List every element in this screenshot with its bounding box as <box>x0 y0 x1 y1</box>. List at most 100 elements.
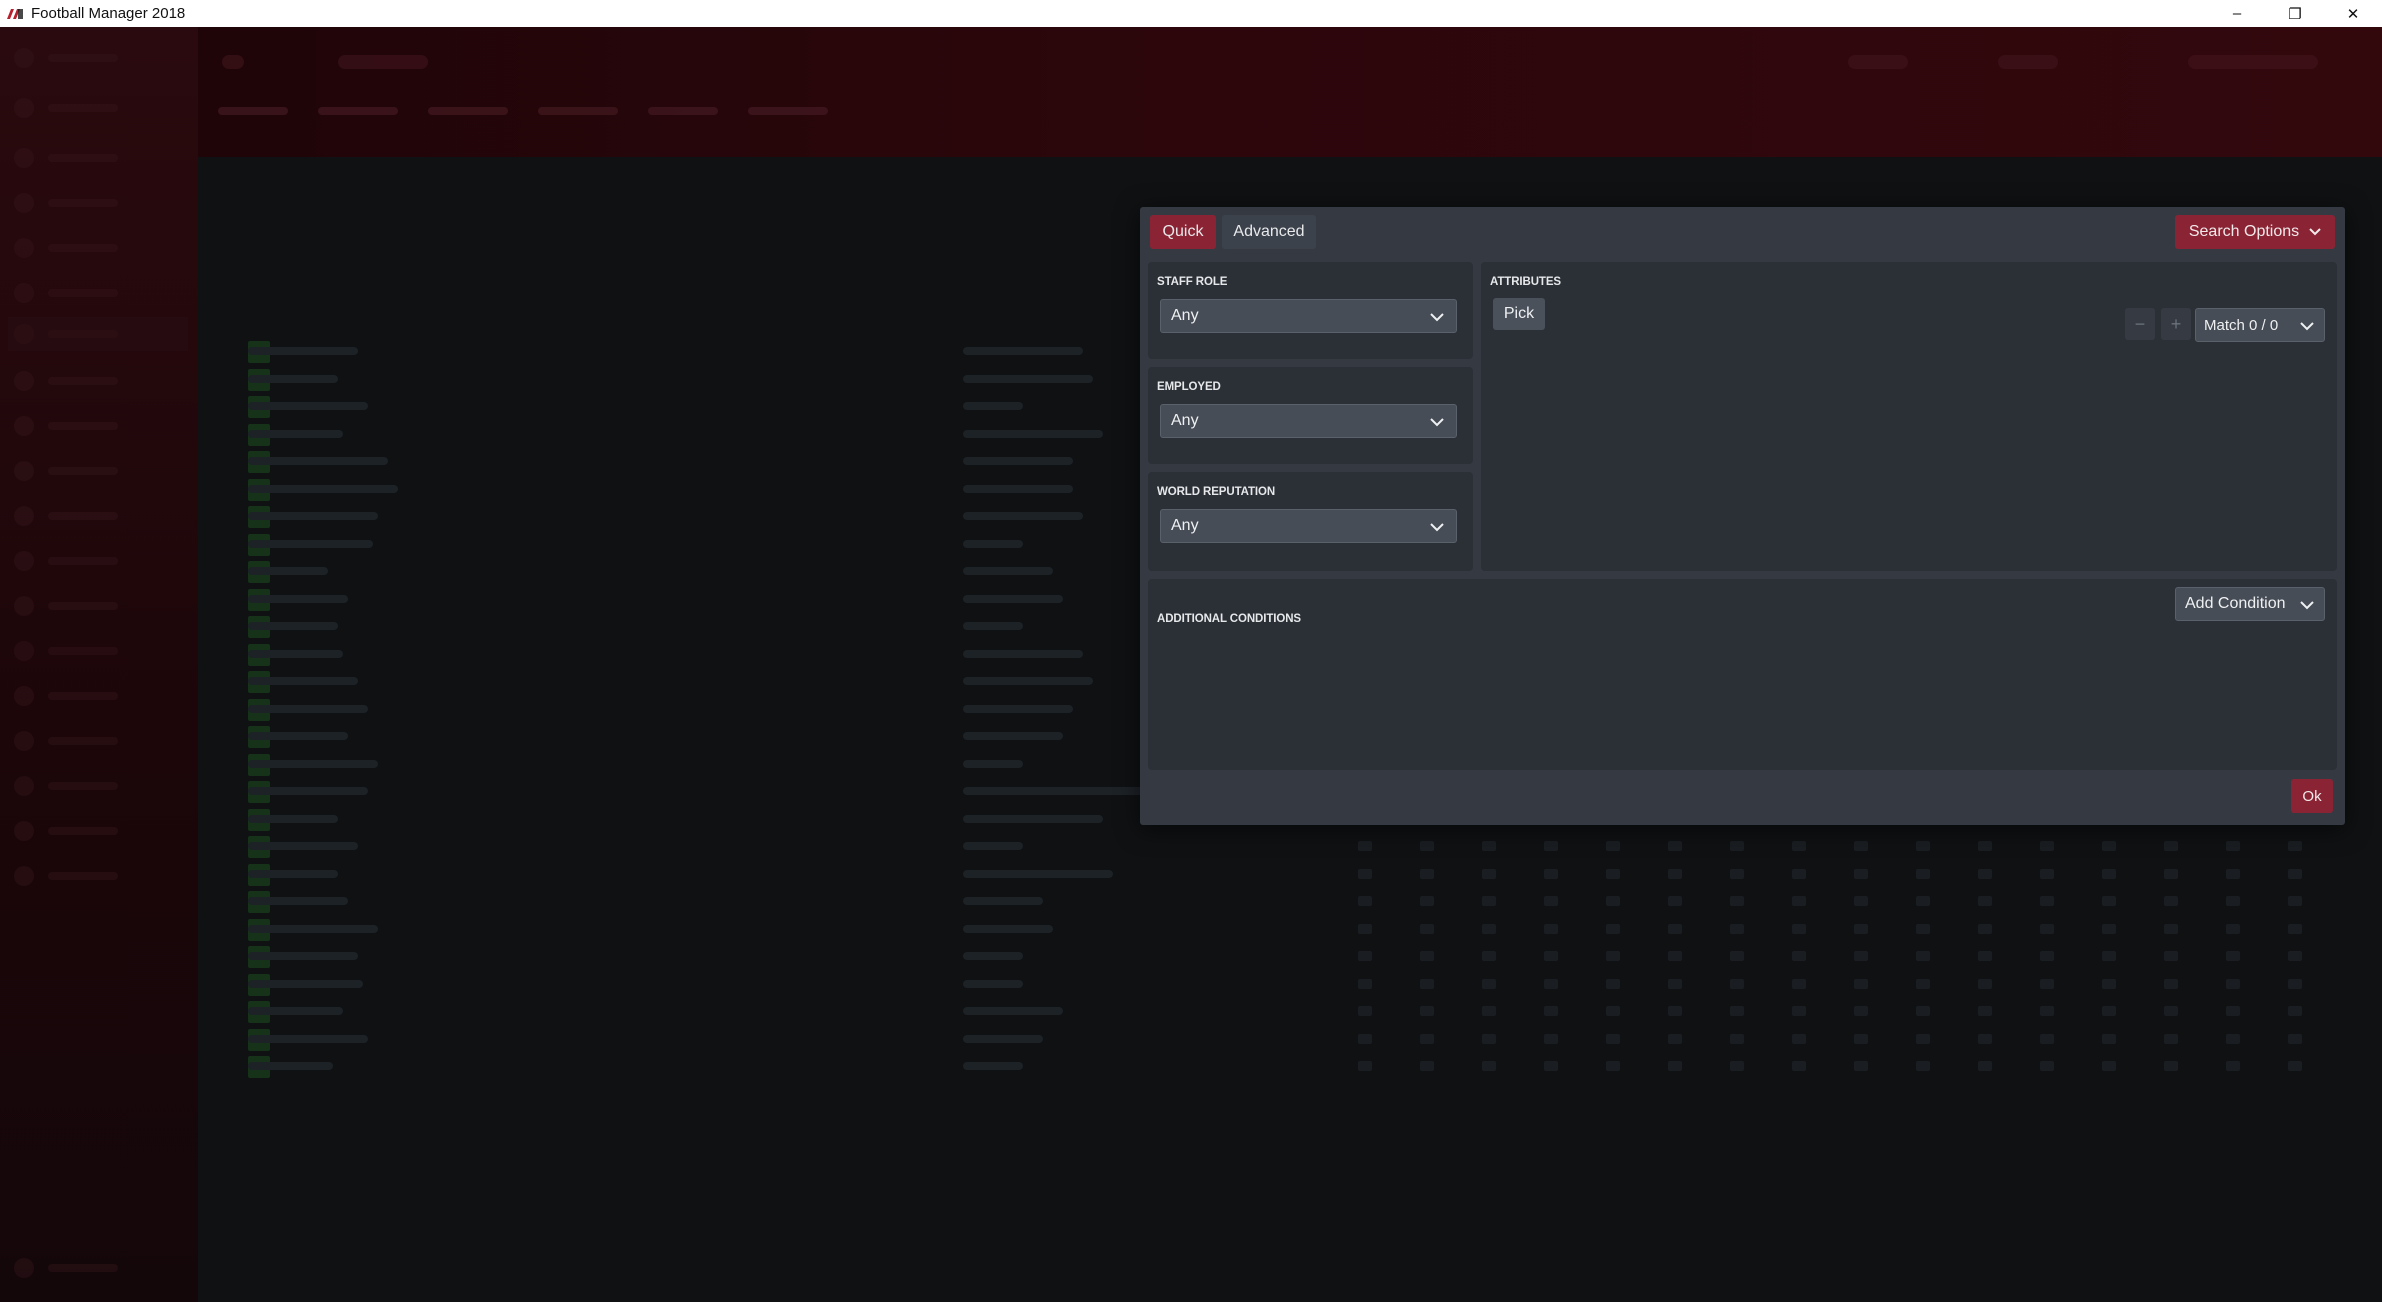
attribute-cell <box>1730 978 1744 989</box>
attribute-cell <box>1854 841 1868 851</box>
sidebar-item-active <box>8 317 188 351</box>
attribute-cells <box>1358 1061 2302 1071</box>
name-cell <box>248 979 363 988</box>
attribute-cell <box>2164 841 2178 851</box>
attribute-cell <box>1606 1006 1620 1016</box>
pick-attributes-button[interactable]: Pick <box>1493 298 1545 330</box>
name-cell <box>248 567 328 575</box>
staff-role-select[interactable]: Any <box>1160 299 1457 333</box>
attribute-cell <box>2288 841 2302 851</box>
header-tab <box>218 107 288 115</box>
sidebar-item <box>14 1257 184 1279</box>
match-count-select[interactable]: Match 0 / 0 <box>2195 308 2325 342</box>
name-cell <box>248 924 378 933</box>
attribute-cell <box>1420 978 1434 989</box>
world-reputation-select[interactable]: Any <box>1160 509 1457 543</box>
tab-quick[interactable]: Quick <box>1150 215 1216 249</box>
header-blob <box>2188 55 2318 69</box>
attribute-cell <box>1420 923 1434 934</box>
club-cell <box>963 677 1093 685</box>
attribute-cell <box>1544 923 1558 934</box>
attribute-cell <box>1544 896 1558 906</box>
increase-match-button[interactable]: + <box>2161 308 2191 340</box>
add-condition-button[interactable]: Add Condition <box>2175 587 2325 621</box>
name-cell <box>248 512 378 520</box>
sidebar-item <box>14 97 184 119</box>
header-blob <box>1998 55 2058 69</box>
attribute-cell <box>1916 868 1930 879</box>
attribute-cell <box>1854 896 1868 906</box>
sidebar-item <box>14 865 184 887</box>
attribute-cell <box>2226 923 2240 934</box>
attribute-cell <box>1482 951 1496 961</box>
header-text <box>338 55 428 69</box>
header-blob <box>1848 55 1908 69</box>
search-options-label: Search Options <box>2188 223 2300 240</box>
attribute-cell <box>1978 841 1992 851</box>
sidebar-item <box>14 685 184 707</box>
chevron-down-icon <box>1430 309 1444 327</box>
club-cell <box>963 512 1083 520</box>
attribute-cell <box>2164 1033 2178 1044</box>
search-options-button[interactable]: Search Options <box>2175 215 2335 249</box>
tab-advanced[interactable]: Advanced <box>1222 215 1316 249</box>
attribute-cells <box>1358 841 2302 851</box>
attribute-cell <box>1792 841 1806 851</box>
attribute-cell <box>1916 841 1930 851</box>
attribute-cell <box>1792 1006 1806 1016</box>
attribute-cells <box>1358 923 2302 934</box>
attribute-cell <box>1606 978 1620 989</box>
attribute-cell <box>1978 1061 1992 1071</box>
sidebar-item <box>14 415 184 437</box>
sidebar-item <box>14 460 184 482</box>
attribute-cell <box>1482 978 1496 989</box>
club-cell <box>963 952 1023 960</box>
header-tab <box>538 107 618 115</box>
attribute-cell <box>2040 1006 2054 1016</box>
attribute-cell <box>1420 841 1434 851</box>
window-titlebar: Football Manager 2018 – ❐ ✕ <box>0 0 2382 27</box>
attribute-cell <box>1916 1033 1930 1044</box>
name-cell <box>248 484 398 493</box>
attribute-cell <box>2102 841 2116 851</box>
restore-button[interactable]: ❐ <box>2266 0 2324 27</box>
app-logo-icon <box>5 7 25 21</box>
employed-label: EMPLOYED <box>1157 381 1221 393</box>
attribute-cells <box>1358 978 2302 989</box>
attribute-cell <box>1420 1006 1434 1016</box>
minimize-button[interactable]: – <box>2208 0 2266 27</box>
attribute-cell <box>1792 951 1806 961</box>
club-cell <box>963 732 1063 740</box>
attribute-cell <box>2164 868 2178 879</box>
header-tab <box>428 107 508 115</box>
attribute-cell <box>1978 896 1992 906</box>
staff-role-value: Any <box>1171 307 1199 324</box>
attribute-cell <box>1544 1061 1558 1071</box>
sidebar-item <box>14 370 184 392</box>
name-cell <box>248 1062 333 1070</box>
chevron-down-icon <box>1430 414 1444 432</box>
chevron-down-icon <box>2300 597 2314 615</box>
table-row <box>198 887 2302 915</box>
ok-button[interactable]: Ok <box>2291 779 2333 813</box>
attribute-cell <box>1916 951 1930 961</box>
attribute-cell <box>2288 868 2302 879</box>
club-cell <box>963 594 1063 603</box>
decrease-match-button[interactable]: − <box>2125 308 2155 340</box>
close-button[interactable]: ✕ <box>2324 0 2382 27</box>
attribute-cell <box>1544 978 1558 989</box>
table-row <box>198 860 2302 888</box>
window-title: Football Manager 2018 <box>31 5 186 22</box>
sidebar-item <box>14 47 184 69</box>
name-cell <box>248 429 343 438</box>
sidebar-item <box>14 147 184 169</box>
attribute-cell <box>2226 951 2240 961</box>
sidebar-item <box>14 775 184 797</box>
attribute-cell <box>1544 1033 1558 1044</box>
name-cell <box>248 539 373 548</box>
attribute-cell <box>2164 923 2178 934</box>
club-cell <box>963 347 1083 355</box>
employed-select[interactable]: Any <box>1160 404 1457 438</box>
attribute-cell <box>1482 841 1496 851</box>
sidebar-item <box>14 730 184 752</box>
